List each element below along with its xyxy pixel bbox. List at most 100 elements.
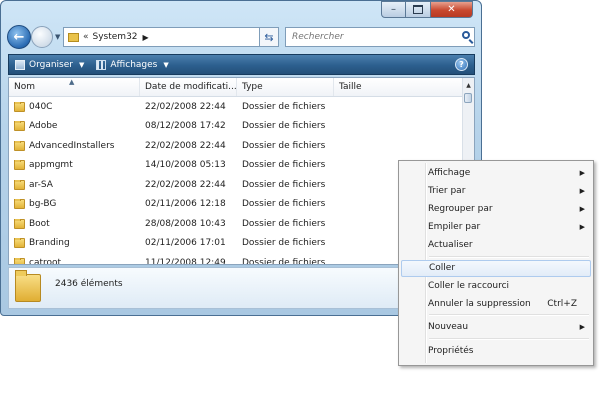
date-cell: 14/10/2008 05:13 xyxy=(145,160,226,171)
table-row[interactable]: Branding 02/11/2006 17:01 Dossier de fichi… xyxy=(9,234,465,254)
folder-icon xyxy=(15,270,41,302)
name-cell: Boot xyxy=(9,218,140,229)
column-header-size[interactable]: Taille xyxy=(334,78,465,96)
submenu-arrow-icon: ▶ xyxy=(579,223,585,231)
table-row[interactable]: catroot 11/12/2008 12:49 Dossier de fichie… xyxy=(9,253,465,265)
help-button[interactable]: ? xyxy=(455,58,468,71)
type-cell: Dossier de fichiers xyxy=(242,199,326,210)
submenu-arrow-icon: ▶ xyxy=(579,323,585,331)
sort-ascending-icon: ▲ xyxy=(69,78,75,86)
type-cell: Dossier de fichiers xyxy=(242,238,326,249)
file-name: catroot xyxy=(29,257,62,265)
name-cell: ar-SA xyxy=(9,179,140,190)
menu-item-label: Affichage xyxy=(428,168,471,178)
name-cell: bg-BG xyxy=(9,199,140,210)
search-input[interactable] xyxy=(290,31,454,43)
menu-item-trier-par[interactable]: Trier par ▶ xyxy=(401,183,591,200)
scroll-thumb[interactable] xyxy=(464,93,472,103)
type-cell: Dossier de fichiers xyxy=(242,101,326,112)
views-icon xyxy=(96,59,107,70)
menu-item-annuler-la-suppression[interactable]: Annuler la suppression Ctrl+Z xyxy=(401,296,591,313)
minimize-button[interactable]: – xyxy=(381,1,406,18)
date-cell: 02/11/2006 17:01 xyxy=(145,238,226,249)
minimize-icon: – xyxy=(391,4,396,15)
name-cell: AdvancedInstallers xyxy=(9,140,140,151)
column-header-date[interactable]: Date de modificati... xyxy=(140,78,237,96)
folder-icon xyxy=(14,257,25,264)
recent-pages-dropdown[interactable]: ▼ xyxy=(55,33,60,41)
menu-item-regrouper-par[interactable]: Regrouper par ▶ xyxy=(401,201,591,218)
type-cell: Dossier de fichiers xyxy=(242,140,326,151)
menu-separator xyxy=(429,256,589,258)
scroll-up-icon[interactable]: ▲ xyxy=(463,78,474,92)
menu-item-shortcut: Ctrl+Z xyxy=(547,299,577,309)
menu-item-label: Empiler par xyxy=(428,222,481,232)
table-row[interactable]: Boot 28/08/2008 10:43 Dossier de fichiers xyxy=(9,214,465,234)
back-arrow-icon: ← xyxy=(13,29,25,45)
help-icon: ? xyxy=(459,60,464,69)
submenu-arrow-icon: ▶ xyxy=(579,187,585,195)
table-row[interactable]: AdvancedInstallers 22/02/2008 22:44 Dossie… xyxy=(9,136,465,156)
date-cell: 02/11/2006 12:18 xyxy=(145,199,226,210)
table-row[interactable]: bg-BG 02/11/2006 12:18 Dossier de fichiers xyxy=(9,195,465,215)
forward-button[interactable] xyxy=(31,26,53,48)
file-name: AdvancedInstallers xyxy=(29,140,115,151)
submenu-arrow-icon: ▶ xyxy=(579,169,585,177)
menu-item-label: Nouveau xyxy=(428,322,469,332)
submenu-arrow-icon: ▶ xyxy=(579,205,585,213)
command-bar: Organiser ▼ Affichages ▼ ? xyxy=(8,54,475,75)
date-cell: 28/08/2008 10:43 xyxy=(145,218,226,229)
table-row[interactable]: Adobe 08/12/2008 17:42 Dossier de fichiers xyxy=(9,117,465,137)
column-headers: ▲ Nom Date de modificati... Type Taille xyxy=(9,78,465,97)
menu-item-nouveau[interactable]: Nouveau ▶ xyxy=(401,319,591,336)
table-row[interactable]: 040C 22/02/2008 22:44 Dossier de fichiers xyxy=(9,97,465,117)
chevron-down-icon: ▼ xyxy=(79,60,85,69)
table-row[interactable]: ar-SA 22/02/2008 22:44 Dossier de fichiers xyxy=(9,175,465,195)
address-bar[interactable]: « System32 ▶ xyxy=(63,27,279,47)
organize-label: Organiser xyxy=(29,59,73,70)
name-cell: appmgmt xyxy=(9,160,140,171)
file-name: bg-BG xyxy=(29,199,57,210)
menu-item-label: Coller xyxy=(429,263,456,273)
close-button[interactable]: ✕ xyxy=(431,1,473,18)
column-header-type[interactable]: Type xyxy=(237,78,334,96)
chevron-down-icon: ▼ xyxy=(163,60,169,69)
folder-icon xyxy=(14,121,25,132)
breadcrumb-overflow[interactable]: « xyxy=(83,32,89,42)
table-row[interactable]: appmgmt 14/10/2008 05:13 Dossier de fichie… xyxy=(9,156,465,176)
menu-item-label: Trier par xyxy=(428,186,466,196)
maximize-button[interactable] xyxy=(406,1,431,18)
caption-buttons: – ✕ xyxy=(381,1,473,18)
back-button[interactable]: ← xyxy=(7,25,31,49)
column-header-name[interactable]: ▲ Nom xyxy=(9,78,140,96)
menu-item-coller-le-raccourci[interactable]: Coller le raccourci xyxy=(401,278,591,295)
folder-icon xyxy=(14,160,25,171)
item-count: 2436 éléments xyxy=(55,279,123,289)
menu-item-empiler-par[interactable]: Empiler par ▶ xyxy=(401,219,591,236)
file-name: Boot xyxy=(29,218,50,229)
folder-icon xyxy=(14,199,25,210)
organize-button[interactable]: Organiser ▼ xyxy=(15,59,85,70)
type-cell: Dossier de fichiers xyxy=(242,121,326,132)
menu-item-actualiser[interactable]: Actualiser xyxy=(401,237,591,254)
refresh-button[interactable]: ⇆ xyxy=(259,27,279,47)
views-button[interactable]: Affichages ▼ xyxy=(96,59,169,70)
search-box[interactable] xyxy=(285,27,475,47)
rows: 040C 22/02/2008 22:44 Dossier de fichiers A… xyxy=(9,97,465,265)
file-name: appmgmt xyxy=(29,160,73,171)
menu-item-proprietes[interactable]: Propriétés xyxy=(401,343,591,360)
views-label: Affichages xyxy=(110,59,158,70)
menu-item-label: Coller le raccourci xyxy=(428,281,510,291)
folder-icon xyxy=(14,218,25,229)
breadcrumb-separator-icon[interactable]: ▶ xyxy=(143,33,149,42)
file-name: Adobe xyxy=(29,121,58,132)
breadcrumb-system32[interactable]: System32 xyxy=(93,32,138,42)
organize-icon xyxy=(15,59,25,70)
file-name: ar-SA xyxy=(29,179,53,190)
menu-item-affichage[interactable]: Affichage ▶ xyxy=(401,165,591,182)
menu-item-coller[interactable]: Coller xyxy=(401,260,591,277)
menu-item-label: Propriétés xyxy=(428,346,474,356)
search-icon[interactable] xyxy=(462,31,470,39)
name-cell: catroot xyxy=(9,257,140,265)
type-cell: Dossier de fichiers xyxy=(242,179,326,190)
